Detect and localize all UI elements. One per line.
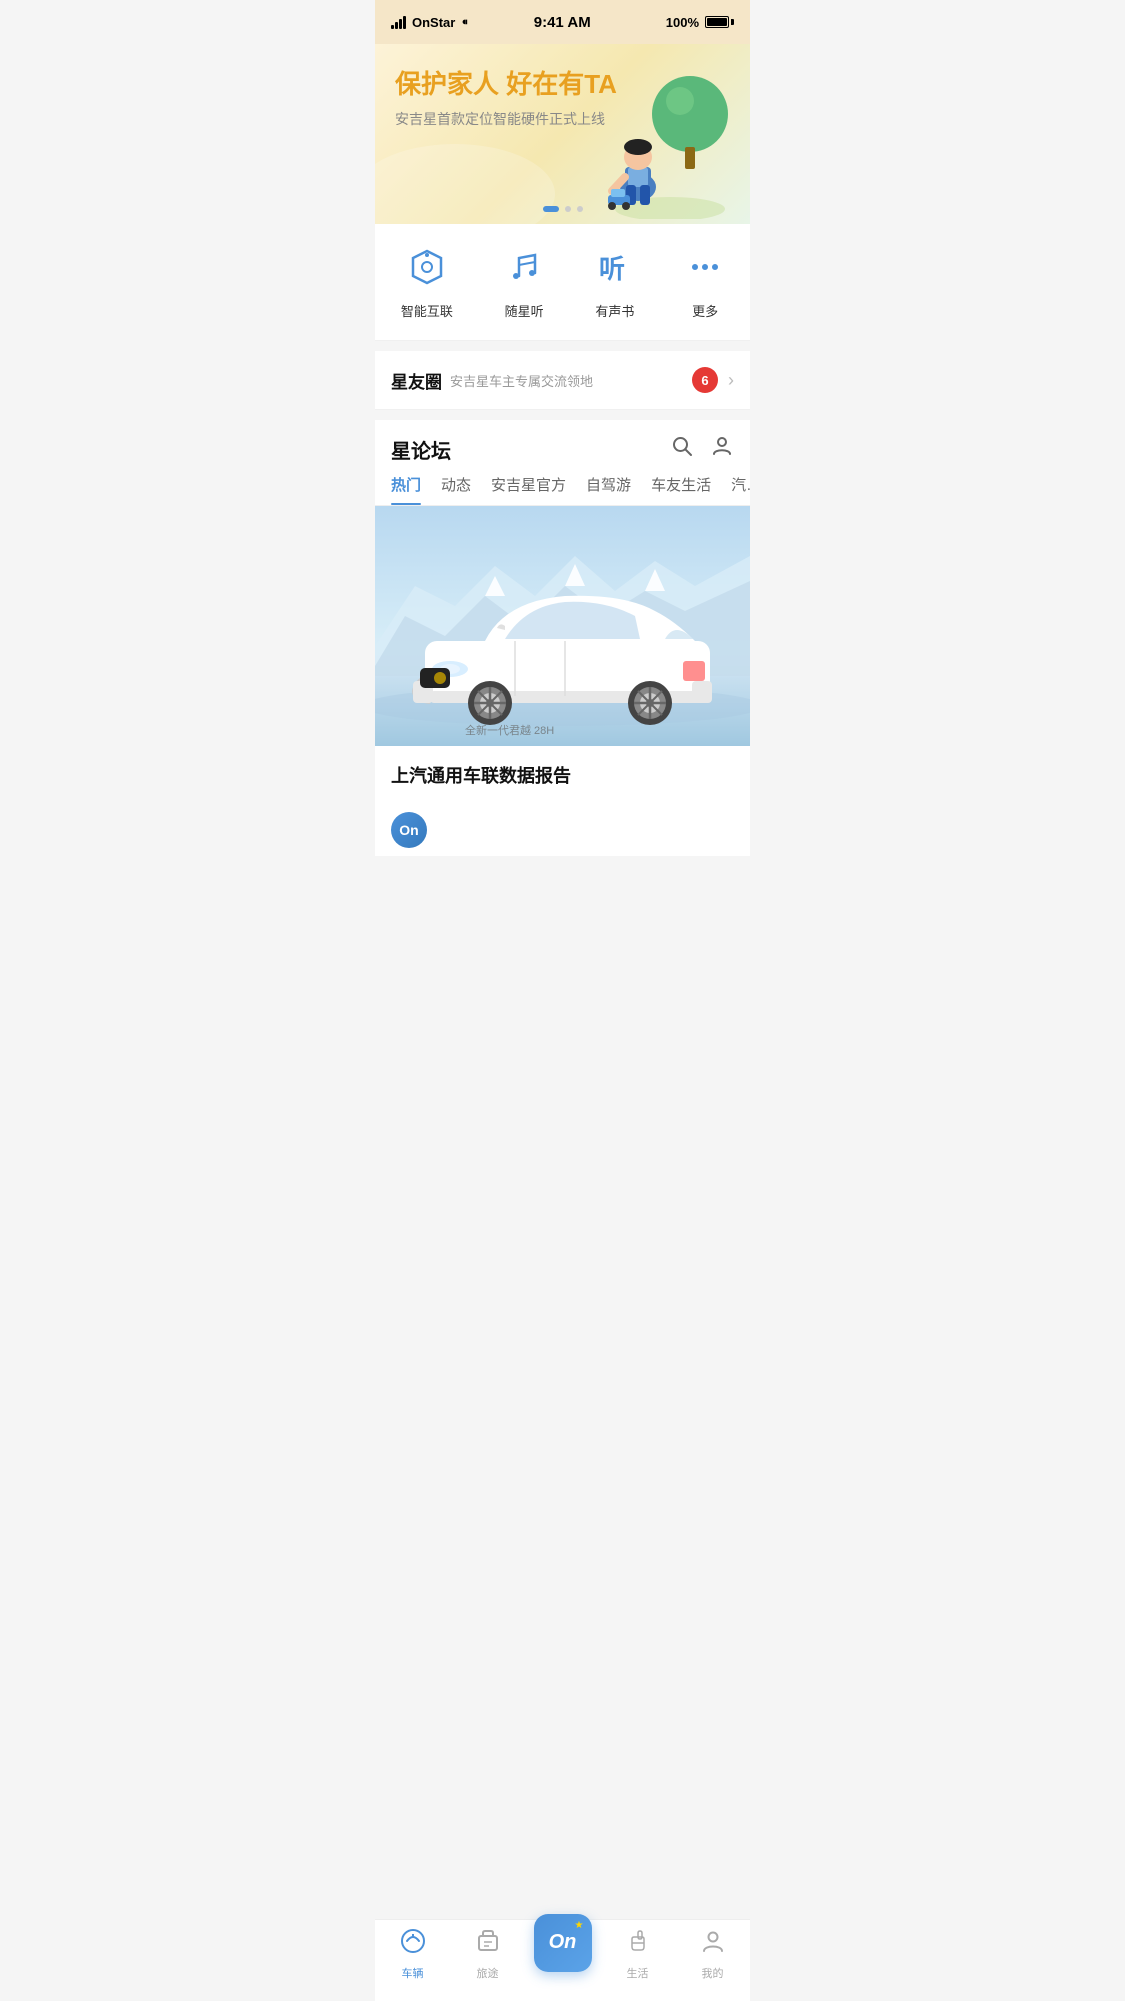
mine-icon [700,1928,726,1961]
article-section: 上汽通用车联数据报告 On [375,746,750,856]
tab-lifestyle[interactable]: 车友生活 [651,474,711,505]
life-icon [625,1928,651,1961]
car-banner-image[interactable]: 全新一代君越 28H [375,506,750,746]
article-title: 上汽通用车联数据报告 [391,762,734,788]
user-icon[interactable] [710,434,734,464]
article-avatar: On [391,812,427,848]
smart-connect-icon [408,248,446,291]
trip-icon [475,1928,501,1961]
action-music[interactable]: 随星听 [505,248,544,320]
battery-percent: 100% [666,15,699,30]
xinyouquan-subtitle: 安吉星车主专属交流领地 [450,371,692,390]
status-time: 9:41 AM [534,14,591,31]
audiobook-icon: 听 [596,248,634,291]
nav-life-label: 生活 [627,1965,649,1981]
xinyouquan-section: 星友圈 安吉星车主专属交流领地 6 › [375,351,750,410]
dot-2 [565,206,571,212]
action-label-smart: 智能互联 [401,301,453,320]
tab-more[interactable]: 汽… [731,474,750,505]
tab-official[interactable]: 安吉星官方 [491,474,566,505]
quick-actions: 智能互联 随星听 听 有声书 更多 [375,224,750,341]
banner-title: 保护家人 好在有TA [395,64,730,101]
tab-dynamic[interactable]: 动态 [441,474,471,505]
forum-header: 星论坛 [375,420,750,474]
nav-trip-label: 旅途 [477,1965,499,1981]
action-label-music: 随星听 [505,301,544,320]
status-bar: OnStar ⁌ 9:41 AM 100% [375,0,750,44]
status-right: 100% [656,15,734,30]
battery-icon [705,16,734,28]
banner-dots [543,206,583,212]
action-audiobook[interactable]: 听 有声书 [595,248,634,320]
action-label-more: 更多 [692,301,718,320]
dot-3 [577,206,583,212]
xinyouquan-row[interactable]: 星友圈 安吉星车主专属交流领地 6 › [375,351,750,410]
nav-life[interactable]: 生活 [600,1928,675,1981]
action-more[interactable]: 更多 [686,248,724,320]
nav-vehicle[interactable]: 车辆 [375,1928,450,1981]
star-icon: ★ [575,1920,584,1931]
nav-mine-label: 我的 [702,1965,724,1981]
nav-vehicle-label: 车辆 [402,1965,424,1981]
wifi-icon: ⁌ [461,14,468,31]
tab-roadtrip[interactable]: 自驾游 [586,474,631,505]
action-smart-connect[interactable]: 智能互联 [401,248,453,320]
banner-subtitle: 安吉星首款定位智能硬件正式上线 [395,109,730,129]
tab-hot[interactable]: 热门 [391,474,421,505]
xinyouquan-badge: 6 [692,367,718,393]
chevron-right-icon: › [728,370,734,391]
forum-tabs: 热门 动态 安吉星官方 自驾游 车友生活 汽… [375,474,750,506]
svg-text:全新一代君越 28H: 全新一代君越 28H [465,723,554,737]
action-label-audiobook: 有声书 [595,301,634,320]
search-icon[interactable] [670,434,694,464]
bottom-nav: 车辆 旅途 ★ On 生活 [375,1919,750,2001]
bluetooth-icon [656,15,660,30]
forum-section: 星论坛 热门 动态 安吉星官方 自驾游 车友生活 汽… [375,420,750,856]
more-icon [686,248,724,291]
on-label: On [549,1931,577,1954]
forum-title: 星论坛 [391,435,654,464]
nav-trip[interactable]: 旅途 [450,1928,525,1981]
home-button[interactable]: ★ On [534,1914,592,1972]
signal-icon [391,15,406,29]
vehicle-icon [400,1928,426,1961]
svg-text:听: 听 [599,254,625,284]
xinyouquan-title: 星友圈 [391,368,442,393]
carrier-label: OnStar [412,15,455,30]
nav-mine[interactable]: 我的 [675,1928,750,1981]
status-left: OnStar ⁌ [391,14,468,31]
dot-1 [543,206,559,212]
nav-home[interactable]: ★ On [525,1914,600,1976]
banner[interactable]: 保护家人 好在有TA 安吉星首款定位智能硬件正式上线 [375,44,750,224]
music-icon [505,248,543,291]
